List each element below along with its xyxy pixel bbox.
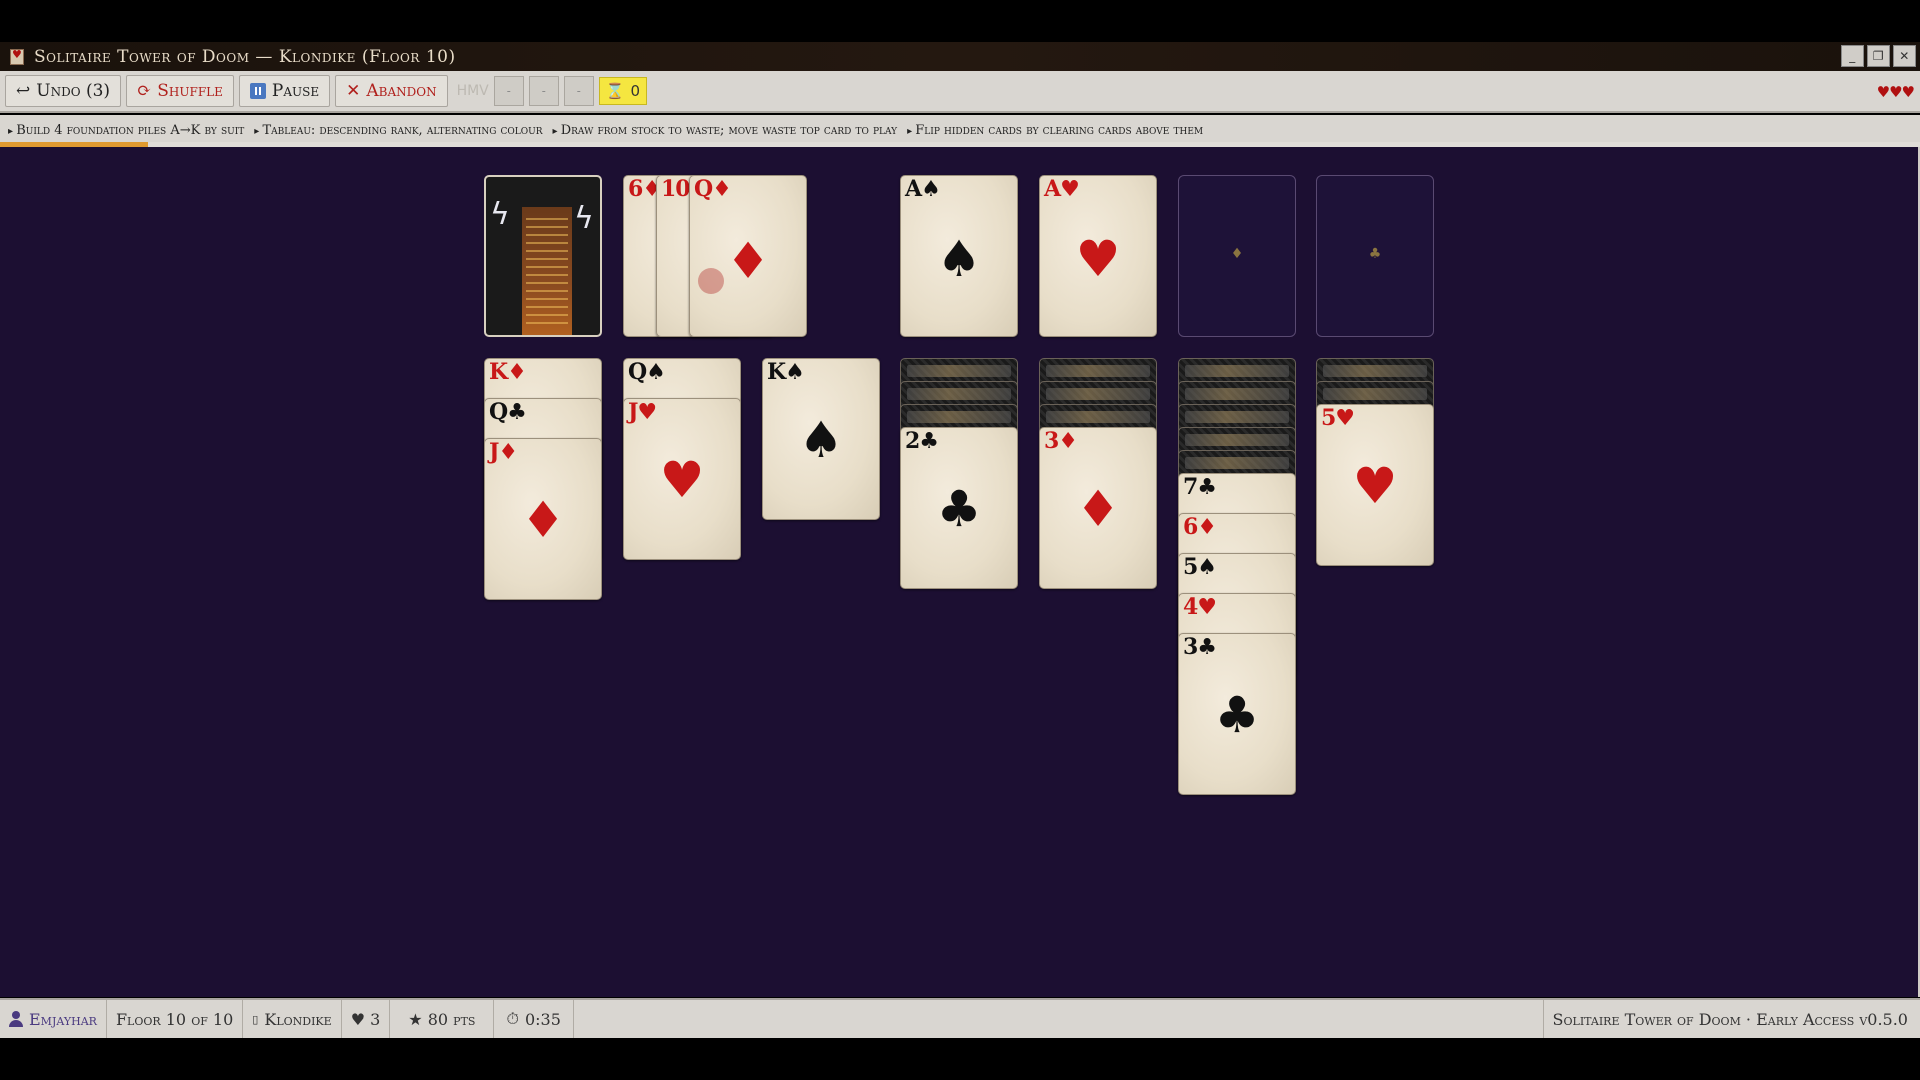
window-controls: _ ❐ ✕ xyxy=(1841,45,1916,67)
status-bar: Emjayhar Floor 10 of 10 ▯ Klondike ♥ 3 ★… xyxy=(0,998,1920,1038)
card-rank: 3♣ xyxy=(1183,634,1217,660)
rule-item: Tableau: descending rank, alternating co… xyxy=(254,123,543,138)
playing-card[interactable]: 2♣ ♣ xyxy=(900,427,1018,589)
maximize-button[interactable]: ❐ xyxy=(1867,45,1890,67)
lives-label: ♥ 3 xyxy=(350,1009,381,1029)
minimize-button[interactable]: _ xyxy=(1841,45,1864,67)
moves-badge: ⌛ 0 xyxy=(598,77,647,105)
status-time: ⏱ 0:35 xyxy=(494,1000,574,1038)
status-mode: ▯ Klondike xyxy=(243,1000,342,1038)
hmv-label: HMV xyxy=(456,83,489,99)
card-rank: 7♣ xyxy=(1183,474,1217,500)
status-points: ★ 80 pts xyxy=(390,1000,495,1038)
status-version: Solitaire Tower of Doom · Early Access v… xyxy=(1542,1000,1920,1038)
app-icon xyxy=(10,48,24,65)
card-suit-pip: ♣ xyxy=(936,480,982,538)
toolbar-small-button-3[interactable]: - xyxy=(563,76,594,106)
close-button[interactable]: ✕ xyxy=(1893,45,1916,67)
toolbar-small-button-2[interactable]: - xyxy=(528,76,559,106)
card-suit-pip: ♣ xyxy=(1214,686,1260,744)
card-rank: 3♦ xyxy=(1044,428,1078,454)
window-title: Solitaire Tower of Doom — Klondike (Floo… xyxy=(34,46,456,67)
playing-card[interactable]: 3♣ ♣ xyxy=(1178,633,1296,795)
card-rank: K♠ xyxy=(767,359,805,385)
card-rank: J♥ xyxy=(628,399,657,425)
card-suit-pip: ♠ xyxy=(936,230,982,288)
card-rank: Q♦ xyxy=(694,176,732,202)
card-rank: Q♠ xyxy=(628,359,666,385)
version-label: Solitaire Tower of Doom · Early Access v… xyxy=(1552,1009,1908,1029)
card-icon: ▯ xyxy=(252,1012,259,1026)
lives-hearts: ♥♥♥ xyxy=(1876,83,1915,101)
rule-item: Draw from stock to waste; move waste top… xyxy=(553,123,897,138)
time-label: 0:35 xyxy=(524,1009,561,1029)
lightning-icon: ϟ xyxy=(574,201,594,236)
card-rank: A♥ xyxy=(1044,176,1080,202)
playing-card[interactable]: J♥ ♥ xyxy=(623,398,741,560)
card-rank: 2♣ xyxy=(905,428,939,454)
hourglass-icon: ⌛ xyxy=(605,82,625,100)
undo-icon: ↩ xyxy=(16,81,31,101)
status-user[interactable]: Emjayhar xyxy=(0,1000,107,1038)
rule-item: Flip hidden cards by clearing cards abov… xyxy=(907,123,1203,138)
playing-card[interactable]: K♠ ♠ xyxy=(762,358,880,520)
playing-card[interactable]: Q♦ ♦ xyxy=(689,175,807,337)
toolbar: ↩ Undo (3) ⟳ Shuffle Pause ✕ Abandon HMV… xyxy=(0,71,1920,113)
pause-icon xyxy=(249,83,266,99)
card-suit-pip: ♦ xyxy=(520,491,566,549)
user-icon xyxy=(9,1011,23,1027)
mode-label: Klondike xyxy=(264,1009,332,1029)
card-rank: A♠ xyxy=(905,176,941,202)
lightning-icon: ϟ xyxy=(490,197,510,232)
pause-label: Pause xyxy=(271,81,320,101)
timer-icon: ⏱ xyxy=(506,1009,519,1028)
shuffle-icon: ⟳ xyxy=(137,81,152,101)
slot-suit-icon: ♦ xyxy=(1230,246,1244,262)
card-suit-pip: ♥ xyxy=(1352,457,1398,515)
playing-card[interactable]: A♠ ♠ xyxy=(900,175,1018,337)
status-lives: ♥ 3 xyxy=(342,1000,391,1038)
card-suit-pip: ♥ xyxy=(659,451,705,509)
toolbar-small-button-1[interactable]: - xyxy=(493,76,524,106)
abandon-icon: ✕ xyxy=(346,81,361,101)
playing-card[interactable]: 3♦ ♦ xyxy=(1039,427,1157,589)
abandon-button[interactable]: ✕ Abandon xyxy=(335,75,448,107)
moves-count: 0 xyxy=(630,82,640,100)
card-rank: K♦ xyxy=(489,359,527,385)
pause-button[interactable]: Pause xyxy=(238,75,331,107)
shuffle-button[interactable]: ⟳ Shuffle xyxy=(126,75,234,107)
status-floor: Floor 10 of 10 xyxy=(107,1000,244,1038)
playing-card[interactable]: J♦ ♦ xyxy=(484,438,602,600)
stock-pile[interactable]: ϟ ϟ xyxy=(484,175,602,337)
screen: Solitaire Tower of Doom — Klondike (Floo… xyxy=(0,0,1920,1080)
points-label: ★ 80 pts xyxy=(408,1009,476,1029)
card-rank: Q♣ xyxy=(489,399,527,425)
card-rank: 5♠ xyxy=(1183,554,1217,580)
blood-stain xyxy=(698,268,724,294)
slot-suit-icon: ♣ xyxy=(1368,246,1382,262)
status-spacer xyxy=(574,1000,1543,1038)
title-bar: Solitaire Tower of Doom — Klondike (Floo… xyxy=(0,42,1920,71)
playing-card[interactable]: 5♥ ♥ xyxy=(1316,404,1434,566)
card-rank: J♦ xyxy=(489,439,518,465)
undo-label: Undo (3) xyxy=(36,81,111,101)
card-rank: 4♥ xyxy=(1183,594,1217,620)
abandon-label: Abandon xyxy=(366,81,437,101)
playing-card[interactable]: A♥ ♥ xyxy=(1039,175,1157,337)
foundation-slot[interactable]: ♦ xyxy=(1178,175,1296,337)
card-suit-pip: ♦ xyxy=(1075,480,1121,538)
card-suit-pip: ♠ xyxy=(798,411,844,469)
undo-button[interactable]: ↩ Undo (3) xyxy=(5,75,122,107)
card-rank: 5♥ xyxy=(1321,405,1355,431)
card-rank: 6♦ xyxy=(1183,514,1217,540)
rule-item: Build 4 foundation piles A→K by suit xyxy=(8,123,244,138)
foundation-slot[interactable]: ♣ xyxy=(1316,175,1434,337)
username: Emjayhar xyxy=(29,1009,97,1029)
card-suit-pip: ♥ xyxy=(1075,230,1121,288)
tower-windows xyxy=(526,215,568,330)
floor-label: Floor 10 of 10 xyxy=(115,1009,234,1029)
shuffle-label: Shuffle xyxy=(157,81,223,101)
